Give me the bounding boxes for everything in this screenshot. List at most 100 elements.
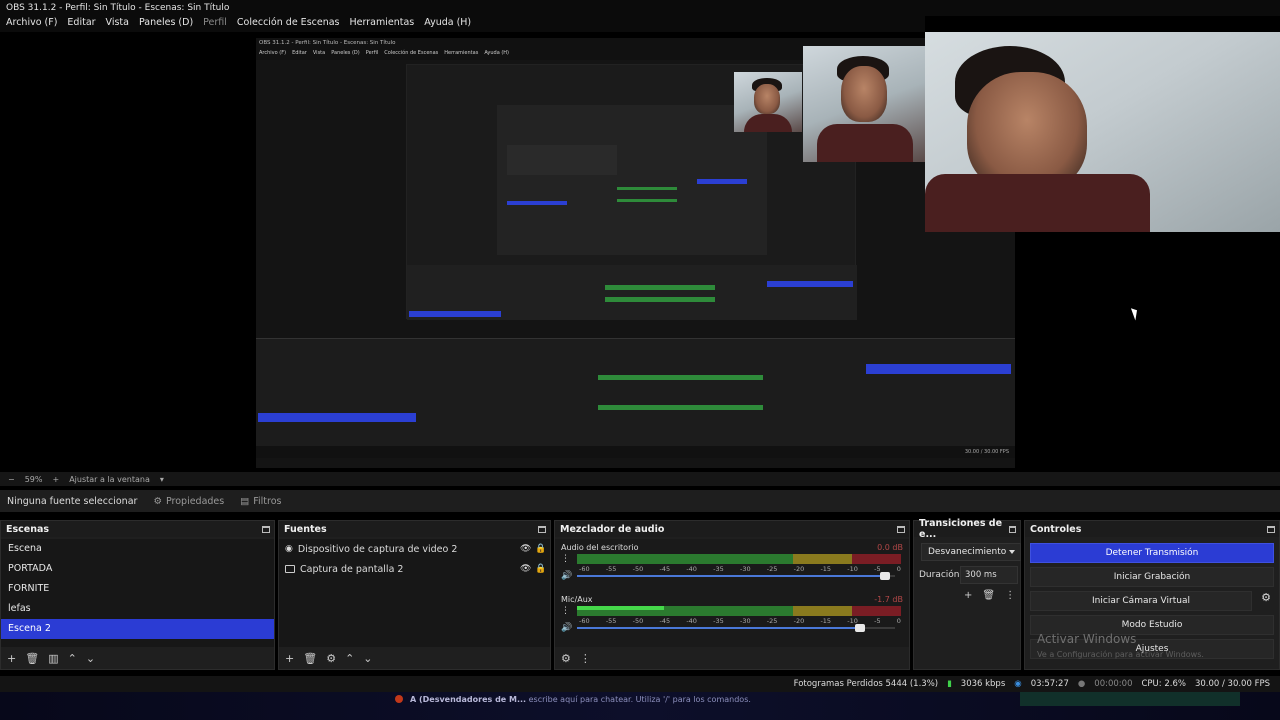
move-down-icon[interactable]: ⌄ — [86, 652, 95, 665]
duration-input[interactable]: 300 ms — [960, 566, 1018, 584]
scene-item[interactable]: lefas — [1, 599, 274, 619]
fit-window-button[interactable]: Ajustar a la ventana — [69, 475, 150, 484]
undock-icon[interactable] — [538, 525, 546, 533]
volume-slider[interactable] — [577, 624, 895, 632]
trash-icon[interactable]: 🗑 — [303, 652, 317, 665]
gear-icon[interactable]: ⚙ — [326, 652, 336, 665]
scenes-list: Escena PORTADA FORNITE lefas Escena 2 — [1, 539, 274, 647]
scene-item[interactable]: FORNITE — [1, 579, 274, 599]
scene-item[interactable]: Escena — [1, 539, 274, 559]
scene-item-selected[interactable]: Escena 2 — [1, 619, 274, 639]
zoom-out-icon[interactable]: − — [8, 475, 15, 484]
chat-app-icon — [395, 695, 403, 703]
nested-menu-item: Herramientas — [444, 50, 479, 56]
nested-webcam-head — [841, 66, 887, 122]
zoom-in-icon[interactable]: + — [52, 475, 59, 484]
tick: 0 — [896, 617, 901, 625]
undock-icon[interactable] — [262, 525, 270, 533]
meter-ticks: -60 -55 -50 -45 -40 -35 -30 -25 -20 -15 -10 -5 0 — [579, 565, 901, 573]
scenes-header: Escenas — [1, 521, 274, 537]
tick: -30 — [739, 617, 751, 625]
fps: 30.00 / 30.00 FPS — [1194, 679, 1270, 689]
source-item[interactable]: Captura de pantalla 2 👁 🔒 — [279, 559, 550, 579]
kebab-icon[interactable]: ⋮ — [561, 554, 570, 564]
volume-slider[interactable] — [577, 572, 895, 580]
lock-icon[interactable]: 🔒 — [535, 564, 546, 574]
preview-area[interactable]: OBS 31.1.2 - Perfil: Sin Título - Escena… — [0, 32, 1280, 470]
filters-label: Filtros — [253, 495, 282, 507]
eye-icon[interactable]: 👁 — [520, 544, 531, 554]
nested-meter — [617, 199, 677, 202]
menu-archivo[interactable]: Archivo (F) — [6, 17, 57, 31]
menu-editar[interactable]: Editar — [67, 17, 95, 31]
volume-meter — [577, 606, 901, 616]
undock-icon[interactable] — [1008, 525, 1016, 533]
menu-paneles[interactable]: Paneles (D) — [139, 17, 193, 31]
nested-menu-item: Editar — [292, 50, 307, 56]
properties-button[interactable]: ⚙ Propiedades — [153, 496, 224, 507]
menu-herramientas[interactable]: Herramientas — [350, 17, 415, 31]
nested-menu-item: Archivo (F) — [259, 50, 287, 56]
nested-panel — [507, 145, 617, 175]
tick: -40 — [686, 617, 697, 625]
virtual-camera-gear-icon[interactable]: ⚙ — [1258, 591, 1274, 607]
add-icon[interactable]: + — [285, 652, 294, 665]
menu-perfil[interactable]: Perfil — [203, 17, 227, 31]
nested-stop-button — [767, 281, 853, 287]
volume-thumb[interactable] — [880, 572, 891, 580]
move-up-icon[interactable]: ⌃ — [68, 652, 77, 665]
channel-name: Mic/Aux — [561, 595, 593, 604]
scenes-dock: Escenas Escena PORTADA FORNITE lefas Esc… — [0, 520, 275, 670]
controls-header: Controles — [1025, 521, 1279, 537]
move-down-icon[interactable]: ⌄ — [363, 652, 372, 665]
kebab-icon[interactable]: ⋮ — [1005, 590, 1015, 601]
volume-fill — [577, 575, 886, 577]
signal-icon: ▮ — [947, 679, 952, 689]
volume-thumb[interactable] — [855, 624, 866, 632]
start-virtual-camera-button[interactable]: Iniciar Cámara Virtual — [1030, 591, 1252, 611]
scenes-title: Escenas — [6, 523, 50, 535]
chevron-down-icon[interactable]: ▾ — [160, 475, 164, 484]
undock-icon[interactable] — [897, 525, 905, 533]
tick: -55 — [605, 617, 617, 625]
nested-webcam-shirt — [744, 114, 792, 132]
preview-canvas[interactable]: OBS 31.1.2 - Perfil: Sin Título - Escena… — [256, 38, 1015, 468]
kebab-icon[interactable]: ⋮ — [561, 606, 570, 616]
lock-icon[interactable]: 🔒 — [535, 544, 546, 554]
cpu-usage: CPU: 2.6% — [1141, 679, 1186, 689]
tick: -35 — [713, 565, 724, 573]
add-icon[interactable]: + — [7, 652, 16, 665]
nested-selection — [507, 201, 567, 205]
nested-menu-item: Colección de Escenas — [384, 50, 439, 56]
scene-filter-icon[interactable]: ▥ — [48, 652, 58, 665]
scene-item[interactable]: PORTADA — [1, 559, 274, 579]
tick: -35 — [713, 617, 724, 625]
tick: -20 — [793, 617, 805, 625]
transition-select[interactable]: Desvanecimiento — [921, 543, 1021, 561]
menu-vista[interactable]: Vista — [106, 17, 129, 31]
overlay-badge — [1020, 692, 1240, 706]
eye-icon[interactable]: 👁 — [520, 564, 531, 574]
filters-button[interactable]: ▤ Filtros — [240, 496, 281, 507]
mixer-settings-icon[interactable]: ⚙ — [561, 652, 571, 665]
speaker-icon[interactable]: 🔊 — [561, 623, 572, 633]
stream-icon: ◉ — [1014, 679, 1022, 689]
source-item[interactable]: ◉ Dispositivo de captura de video 2 👁 🔒 — [279, 539, 550, 559]
kebab-icon[interactable]: ⋮ — [580, 652, 591, 665]
add-icon[interactable]: + — [964, 590, 972, 601]
start-recording-button[interactable]: Iniciar Grabación — [1030, 567, 1274, 587]
move-up-icon[interactable]: ⌃ — [345, 652, 354, 665]
stop-streaming-button[interactable]: Detener Transmisión — [1030, 543, 1274, 563]
nested-webcam-head — [754, 84, 780, 114]
volume-meter — [577, 554, 901, 564]
mixer-title: Mezclador de audio — [560, 523, 665, 535]
trash-icon[interactable]: 🗑 — [25, 652, 39, 665]
speaker-icon[interactable]: 🔊 — [561, 571, 572, 581]
trash-icon[interactable]: 🗑 — [982, 590, 995, 601]
menu-coleccion-escenas[interactable]: Colección de Escenas — [237, 17, 340, 31]
menu-ayuda[interactable]: Ayuda (H) — [424, 17, 471, 31]
activate-windows-subtext: Ve a Configuración para activar Windows. — [1037, 650, 1204, 659]
audio-mixer-dock: Mezclador de audio Audio del escritorio … — [554, 520, 910, 670]
undock-icon[interactable] — [1267, 525, 1275, 533]
webcam-overlay — [925, 32, 1280, 232]
